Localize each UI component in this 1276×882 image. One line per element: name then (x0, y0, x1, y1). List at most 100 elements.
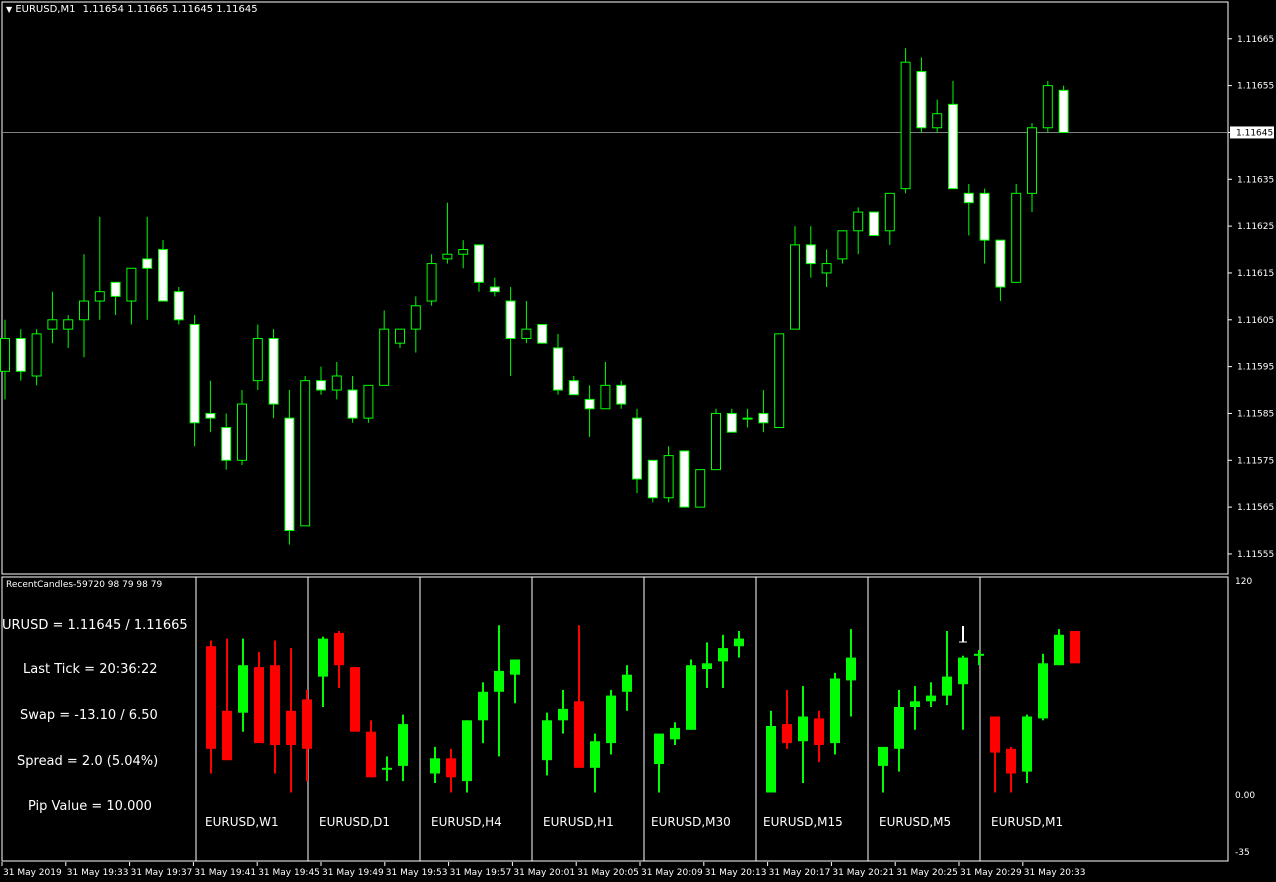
candle (1011, 183, 1022, 283)
candle-body (79, 300, 89, 321)
bid-ask-text: URUSD = 1.11645 / 1.11665 (2, 618, 188, 633)
mini-candle-body (1006, 748, 1016, 774)
candle (126, 267, 137, 325)
candle (900, 48, 911, 194)
candle (426, 254, 437, 306)
candle (142, 216, 153, 320)
time-tick-label: 31 May 19:57 (450, 868, 512, 878)
candle (600, 361, 611, 410)
candle (869, 211, 879, 236)
main-chart[interactable]: 1.11665 1.11655 1.11645 1.11635 1.11625 1.116… (0, 0, 1276, 576)
price-axis: 1.11665 1.11655 1.11645 1.11635 1.11625 1.116… (1228, 35, 1274, 560)
candle-body (821, 263, 832, 274)
candle (916, 57, 927, 133)
mini-candle-body (446, 758, 456, 778)
candle (568, 375, 579, 396)
candle-body (379, 328, 390, 386)
price-tick-label: 1.11635 (1237, 175, 1274, 185)
candle (553, 333, 563, 395)
time-tick-label: 31 May 19:37 (131, 868, 193, 878)
candle-body (0, 338, 10, 372)
chart-title: ▼ EURUSD,M1 1.11654 1.11665 1.11645 1.11… (6, 4, 258, 15)
candle-body (237, 403, 247, 461)
candle (1027, 123, 1037, 213)
mini-candle-body (510, 659, 520, 675)
time-tick-label: 31 May 19:41 (194, 868, 256, 878)
mini-candle-body (894, 707, 904, 749)
mini-candle-body (254, 667, 264, 744)
candle-body (15, 338, 26, 372)
price-tick-label: 1.11565 (1237, 503, 1274, 513)
price-tick-label: 1.11595 (1237, 363, 1274, 373)
candle (884, 192, 895, 245)
candle (47, 291, 58, 344)
panel-label-h4: EURUSD,H4 (431, 815, 502, 829)
panel-label-m15: EURUSD,M15 (763, 815, 843, 829)
indicator-window[interactable]: RecentCandles-59720 98 79 98 79 URUSD = … (0, 576, 1276, 863)
mini-candle-body (542, 720, 552, 761)
mini-candle-body (334, 632, 344, 666)
mini-panel (654, 631, 744, 793)
mini-panel (878, 631, 984, 793)
candle (853, 207, 864, 255)
candle (379, 310, 390, 386)
candle (616, 380, 627, 409)
mini-panel (430, 625, 520, 793)
time-tick-label: 31 May 20:05 (577, 868, 639, 878)
candle-body (489, 286, 500, 293)
pip-value-text: Pip Value = 10.000 (28, 799, 152, 814)
candlestick-chart[interactable]: 1.11665 1.11655 1.11645 1.11635 1.11625 1.116… (0, 0, 1276, 576)
candle (363, 384, 374, 423)
candle-body (805, 244, 816, 265)
time-tick-label: 31 May 19:33 (67, 868, 129, 878)
mini-candle-body (494, 670, 504, 692)
candle-body (537, 323, 548, 344)
time-tick-label: 31 May 19:53 (386, 868, 448, 878)
candle (284, 390, 295, 545)
triangle-down-icon[interactable]: ▼ (6, 5, 12, 14)
candle-body (331, 375, 342, 391)
mini-candle-body (974, 653, 984, 656)
candle-body (837, 230, 848, 260)
candle-body (1042, 85, 1053, 129)
candle-body (711, 412, 721, 471)
candle-body (395, 328, 405, 344)
candle (331, 361, 342, 400)
candle (948, 80, 958, 190)
candle-body (189, 323, 200, 424)
mini-candle-body (958, 657, 968, 685)
candle (395, 328, 405, 348)
candle-body (474, 244, 484, 283)
time-axis: 31 May 2019 31 May 19:33 31 May 19:37 31 Ma… (1, 862, 1086, 878)
candle-body (742, 417, 753, 420)
candle (158, 240, 168, 302)
candle-body (110, 281, 121, 297)
mini-candle-body (814, 718, 824, 745)
candle-body (284, 417, 295, 532)
candle (474, 244, 484, 292)
candle-body (252, 338, 263, 382)
mini-candle-body (766, 726, 776, 793)
mini-candle-body (302, 699, 312, 749)
mini-candle-body (366, 731, 376, 778)
mini-candle-body (798, 716, 808, 742)
candle (410, 296, 421, 353)
candle-body (347, 389, 358, 419)
candle-body (142, 258, 153, 269)
candle-body (695, 469, 706, 508)
mini-candle-body (910, 701, 920, 707)
candle (711, 408, 721, 471)
mini-candle-body (718, 648, 728, 662)
indicator-title: RecentCandles-59720 98 79 98 79 (6, 580, 163, 590)
mini-candle-body (622, 674, 632, 692)
candle-body (647, 459, 658, 499)
candle-body (426, 263, 437, 302)
candle-body (126, 267, 137, 302)
mini-candle-body (222, 710, 232, 761)
candle (1058, 85, 1069, 133)
candle (632, 408, 642, 494)
mini-candle-body (846, 657, 856, 681)
candle (679, 450, 690, 508)
price-tick-label: 1.11555 (1237, 550, 1274, 560)
candle (695, 469, 706, 508)
